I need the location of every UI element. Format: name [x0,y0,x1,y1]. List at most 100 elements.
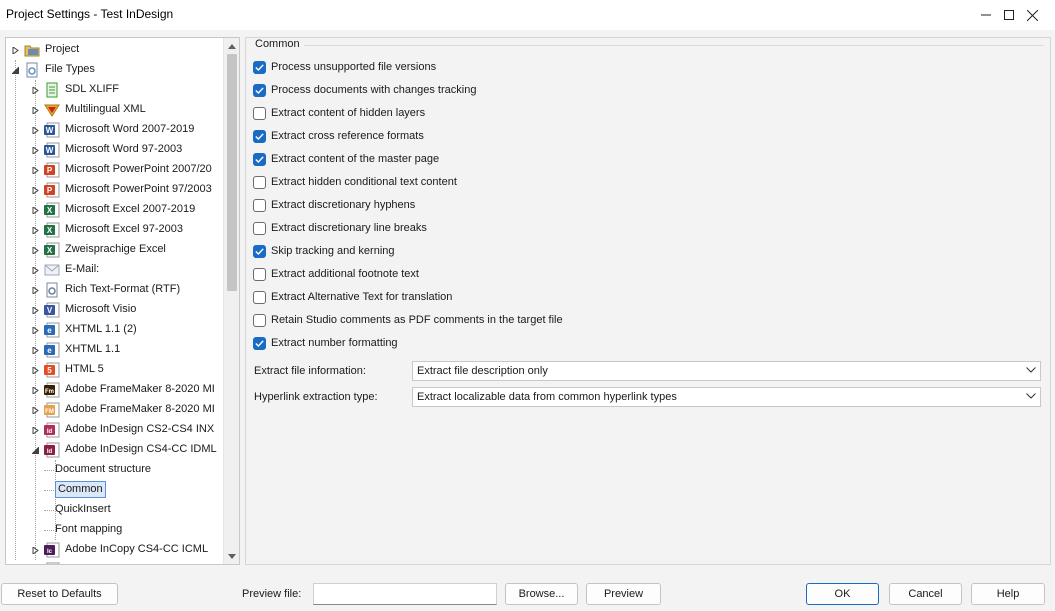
tree-item[interactable]: e XHTML 1.1 (2) [6,320,224,340]
tree-expand-toggle[interactable] [30,425,40,435]
option-row[interactable]: Extract content of hidden layers [253,103,425,123]
option-row[interactable]: Extract number formatting [253,333,398,353]
tree-item[interactable]: X Microsoft Excel 2007-2019 [6,200,224,220]
option-row[interactable]: Retain Studio comments as PDF comments i… [253,310,563,330]
tree-item[interactable]: e XHTML 1.1 [6,340,224,360]
checkbox[interactable] [253,198,266,212]
xhtml-icon: e [44,322,60,338]
tree-item[interactable]: X Microsoft Excel 97-2003 [6,220,224,240]
checkbox[interactable] [253,83,266,97]
cancel-button[interactable]: Cancel [889,583,962,605]
tree-expand-toggle[interactable] [30,245,40,255]
tree-item[interactable]: Id Adobe InDesign CS2-CS4 INX [6,420,224,440]
tree-item[interactable]: Ic Adobe InCopy CS4-CC ICML [6,540,224,560]
tree-item[interactable]: SDL XLIFF [6,80,224,100]
close-button[interactable] [1009,0,1055,30]
settings-tree: Project File Types SDL XLIFF Multilingual X… [5,37,240,565]
option-row[interactable]: Extract additional footnote text [253,264,419,284]
svg-text:P: P [47,186,53,195]
tree-item[interactable]: 5 HTML 5 [6,360,224,380]
checkbox[interactable] [253,175,266,189]
hyperlink-dropdown[interactable]: Extract localizable data from common hyp… [412,387,1041,407]
checkbox[interactable] [253,244,266,258]
checkbox[interactable] [253,290,266,304]
reset-to-defaults-button[interactable]: Reset to Defaults [1,583,118,605]
tree-expand-toggle[interactable] [30,325,40,335]
tree-item[interactable]: QuickInsert [6,500,224,520]
tree-item[interactable]: File Types [6,60,224,80]
checkbox[interactable] [253,221,266,235]
option-row[interactable]: Skip tracking and kerning [253,241,395,261]
file-info-dropdown[interactable]: Extract file description only [412,361,1041,381]
tree-expand-toggle[interactable] [30,225,40,235]
option-row[interactable]: Extract hidden conditional text content [253,172,457,192]
tree-item[interactable]: V Microsoft Visio [6,300,224,320]
tree-item[interactable]: X Zweisprachige Excel [6,240,224,260]
checkbox[interactable] [253,129,266,143]
tree-expand-toggle[interactable] [30,385,40,395]
tree-expand-toggle[interactable] [30,345,40,355]
checkbox[interactable] [253,336,266,350]
option-row[interactable]: Extract cross reference formats [253,126,424,146]
ok-button[interactable]: OK [806,583,879,605]
option-row[interactable]: Extract discretionary line breaks [253,218,427,238]
visio-icon: V [44,302,60,318]
tree-collapse-toggle[interactable] [30,445,40,455]
framemaker-alt-icon: FM [44,402,60,418]
option-row[interactable]: Extract content of the master page [253,149,439,169]
help-button[interactable]: Help [971,583,1045,605]
tree-expand-toggle[interactable] [30,185,40,195]
close-icon [1026,9,1038,21]
option-row[interactable]: Extract discretionary hyphens [253,195,415,215]
tree-scrollbar[interactable] [223,38,239,564]
tree-item[interactable]: E-Mail: [6,260,224,280]
tree-expand-toggle[interactable] [30,305,40,315]
tree-item[interactable]: Document structure [6,460,224,480]
excel-icon: X [44,202,60,218]
tree-expand-toggle[interactable] [30,405,40,415]
tree-item[interactable]: FM Adobe FrameMaker 8-2020 MI [6,400,224,420]
tree-item[interactable]: P Microsoft PowerPoint 2007/20 [6,160,224,180]
checkbox[interactable] [253,106,266,120]
tree-collapse-toggle[interactable] [10,65,20,75]
preview-button[interactable]: Preview [586,583,661,605]
scroll-down-arrow[interactable] [224,548,239,564]
tree-item[interactable]: Common [6,480,224,500]
checkbox[interactable] [253,152,266,166]
tree-item[interactable]: Project [6,40,224,60]
tree-expand-toggle[interactable] [30,545,40,555]
word-icon: W [44,122,60,138]
file-types-icon [24,62,40,78]
tree-item[interactable]: Id Adobe InDesign CS4-CC IDML [6,440,224,460]
option-row[interactable]: Process documents with changes tracking [253,80,476,100]
scroll-thumb[interactable] [227,54,237,291]
tree-expand-toggle[interactable] [30,105,40,115]
option-row[interactable]: Extract Alternative Text for translation [253,287,452,307]
tree-expand-toggle[interactable] [30,365,40,375]
tree-item[interactable]: Font mapping [6,520,224,540]
tree-item[interactable]: W Microsoft Word 2007-2019 [6,120,224,140]
checkbox[interactable] [253,313,266,327]
tree-item[interactable]: Rich Text-Format (RTF) [6,280,224,300]
tree-expand-toggle[interactable] [30,125,40,135]
tree-expand-toggle[interactable] [30,85,40,95]
tree-expand-toggle[interactable] [30,205,40,215]
tree-expand-toggle[interactable] [30,145,40,155]
tree-item-label: Adobe InCopy CS4-CC ICML [65,543,209,555]
tree-item[interactable]: Fm Adobe FrameMaker 8-2020 MI [6,380,224,400]
browse-button[interactable]: Browse... [505,583,578,605]
option-row[interactable]: Process unsupported file versions [253,57,436,77]
tree-expand-toggle[interactable] [10,45,20,55]
scroll-up-arrow[interactable] [224,38,239,54]
preview-file-input[interactable] [313,583,497,605]
tree-item[interactable]: Multilingual XML [6,100,224,120]
checkbox[interactable] [253,267,266,281]
tree-item[interactable]: W Microsoft Word 97-2003 [6,140,224,160]
tree-item[interactable]: Ps Adobe Photoshop [6,560,224,564]
sdl-xliff-icon [44,82,60,98]
tree-item[interactable]: P Microsoft PowerPoint 97/2003 [6,180,224,200]
tree-expand-toggle[interactable] [30,285,40,295]
tree-expand-toggle[interactable] [30,165,40,175]
tree-expand-toggle[interactable] [30,265,40,275]
checkbox[interactable] [253,60,266,74]
